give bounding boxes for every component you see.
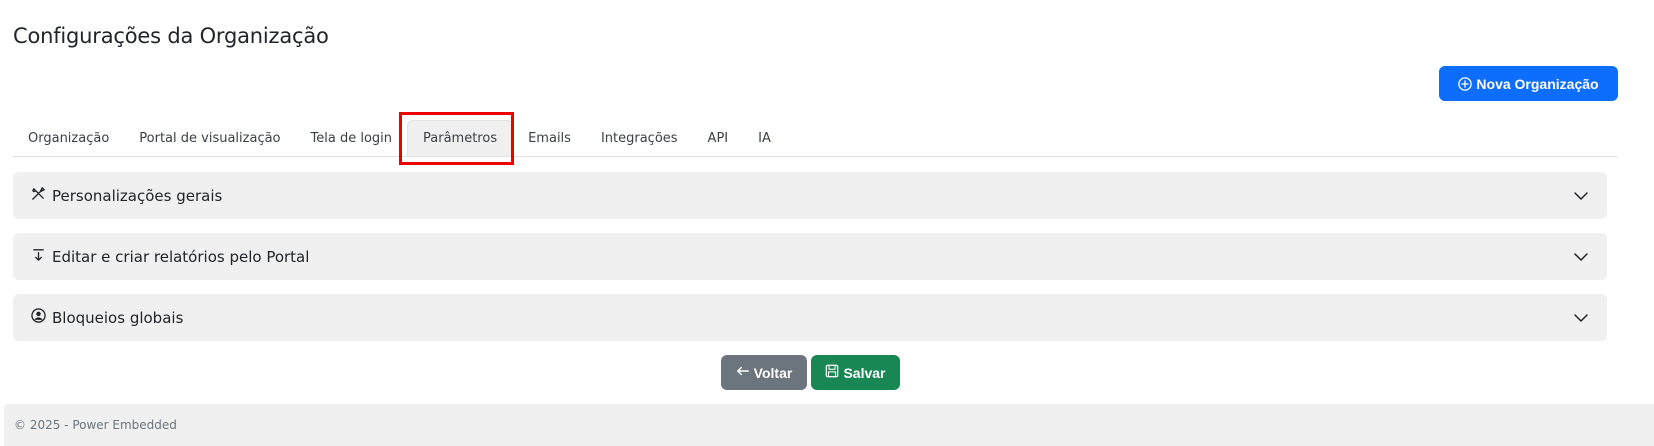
settings-tabs: Organização Portal de visualização Tela … <box>13 120 1618 157</box>
tab-portal-visualizacao[interactable]: Portal de visualização <box>124 120 295 156</box>
chevron-down-icon <box>1573 188 1589 204</box>
accordion-label: Bloqueios globais <box>52 308 184 327</box>
back-button[interactable]: Voltar <box>721 355 807 390</box>
tab-emails[interactable]: Emails <box>513 120 586 156</box>
accordion-personalizacoes-gerais[interactable]: Personalizações gerais <box>13 172 1607 219</box>
plus-circle-icon <box>1458 76 1473 91</box>
tab-api[interactable]: API <box>693 120 744 156</box>
accordion-editar-relatorios[interactable]: Editar e criar relatórios pelo Portal <box>13 233 1607 280</box>
new-organization-button[interactable]: Nova Organização <box>1439 66 1618 101</box>
page-title: Configurações da Organização <box>13 24 329 48</box>
accordion-bloqueios-globais[interactable]: Bloqueios globais <box>13 294 1607 341</box>
new-organization-label: Nova Organização <box>1476 75 1599 92</box>
footer: © 2025 - Power Embedded <box>4 404 1654 446</box>
footer-copyright: © 2025 - Power Embedded <box>14 418 177 432</box>
tab-tela-login[interactable]: Tela de login <box>296 120 408 156</box>
arrow-down-bar-icon <box>31 247 46 266</box>
accordion-label: Editar e criar relatórios pelo Portal <box>52 247 310 266</box>
chevron-down-icon <box>1573 249 1589 265</box>
floppy-disk-icon <box>825 364 839 381</box>
arrow-left-icon <box>736 364 750 381</box>
tab-parametros[interactable]: Parâmetros <box>407 120 514 156</box>
tab-ia[interactable]: IA <box>743 120 786 156</box>
tab-integracoes[interactable]: Integrações <box>586 120 693 156</box>
save-label: Salvar <box>843 364 886 381</box>
tab-organizacao[interactable]: Organização <box>13 120 124 156</box>
person-circle-icon <box>31 308 46 327</box>
chevron-down-icon <box>1573 310 1589 326</box>
tools-icon <box>31 186 46 205</box>
accordion-label: Personalizações gerais <box>52 186 223 205</box>
save-button[interactable]: Salvar <box>811 355 900 390</box>
back-label: Voltar <box>753 364 793 381</box>
